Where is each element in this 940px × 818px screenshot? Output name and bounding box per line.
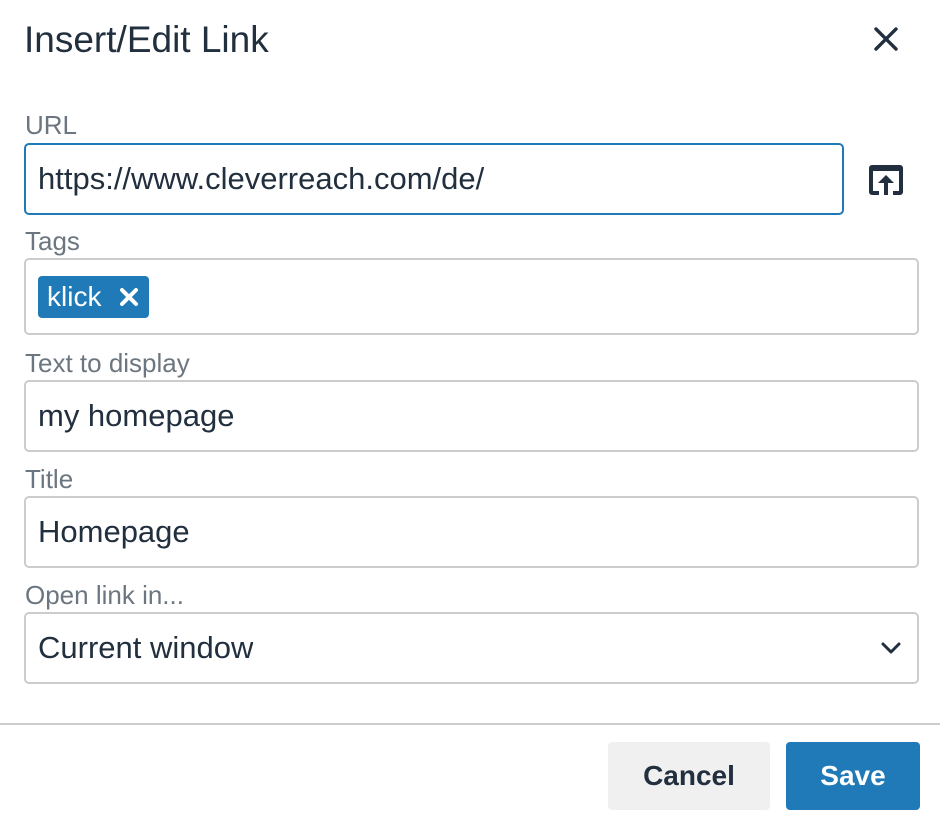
- text-to-display-value: my homepage: [38, 398, 235, 433]
- close-button[interactable]: [862, 16, 910, 64]
- text-to-display-input[interactable]: my homepage: [24, 380, 919, 452]
- tag-label: klick: [47, 280, 102, 312]
- chevron-down-icon: [877, 634, 905, 662]
- tags-input[interactable]: klick: [24, 258, 919, 335]
- tags-label: Tags: [25, 226, 80, 256]
- open-link-in-select[interactable]: Current window: [24, 612, 919, 684]
- cancel-button[interactable]: Cancel: [608, 742, 770, 810]
- browse-link-button[interactable]: [862, 156, 910, 204]
- dialog-title: Insert/Edit Link: [24, 19, 269, 60]
- title-input[interactable]: Homepage: [24, 496, 919, 568]
- url-input-value: https://www.cleverreach.com/de/: [38, 161, 485, 196]
- title-input-value: Homepage: [38, 514, 190, 549]
- browse-upload-icon: [867, 161, 905, 200]
- insert-edit-link-dialog: Insert/Edit Link URL https://www.cleverr…: [0, 0, 940, 818]
- title-label: Title: [25, 464, 74, 494]
- open-link-in-label: Open link in...: [25, 580, 184, 610]
- dialog-header: Insert/Edit Link: [0, 0, 940, 82]
- text-to-display-label: Text to display: [25, 348, 190, 378]
- url-label: URL: [25, 110, 78, 140]
- close-icon: [120, 287, 139, 306]
- close-icon: [873, 26, 899, 55]
- save-button[interactable]: Save: [786, 742, 920, 810]
- tag-chip: klick: [38, 275, 150, 318]
- url-input[interactable]: https://www.cleverreach.com/de/: [24, 143, 844, 215]
- footer-divider: [0, 723, 940, 725]
- tag-remove-button[interactable]: [113, 281, 145, 313]
- open-link-in-selected: Current window: [38, 630, 254, 665]
